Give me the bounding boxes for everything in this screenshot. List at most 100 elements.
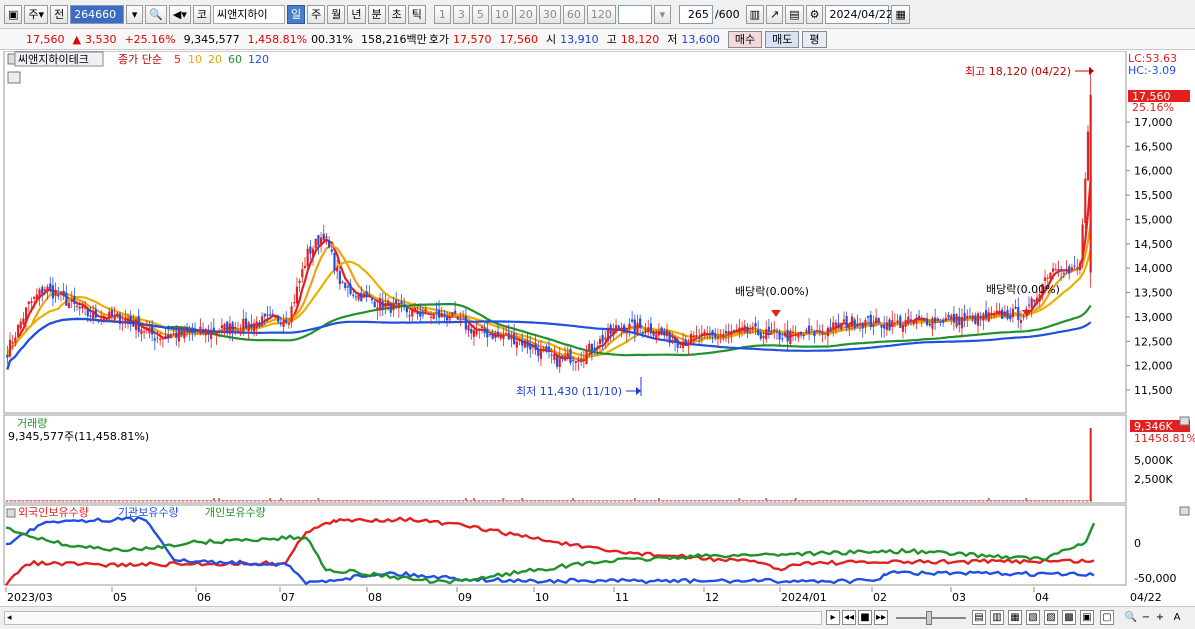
layout-icon-4[interactable]: ▧: [1026, 610, 1040, 625]
candle-body: [971, 315, 974, 320]
save-icon[interactable]: ▤: [785, 4, 804, 24]
candle-body: [934, 317, 937, 323]
scroll-left-icon[interactable]: ◂: [7, 613, 17, 623]
market-label: 주: [28, 8, 39, 21]
volume-panel[interactable]: [3, 414, 1127, 504]
volume-bar: [711, 500, 714, 501]
kospi-badge[interactable]: 코: [192, 4, 211, 24]
count-input[interactable]: 265: [678, 4, 713, 24]
candle-body: [732, 329, 736, 332]
interval-3[interactable]: 3: [452, 4, 470, 24]
volume-bar: [451, 500, 454, 501]
interval-10[interactable]: 10: [490, 4, 513, 24]
candle-body: [515, 341, 518, 348]
holding-panel-menu-icon[interactable]: [6, 508, 16, 518]
volume-bar: [51, 500, 54, 501]
layout-icon-1[interactable]: ▤: [972, 610, 986, 625]
zoom-slider-thumb[interactable]: [926, 611, 932, 625]
volume-bar: [730, 500, 733, 501]
market-select[interactable]: 주 ▾: [24, 4, 49, 24]
rewind-icon[interactable]: ◂◂: [842, 610, 856, 625]
buy-button[interactable]: 매수: [727, 30, 763, 48]
table-icon[interactable]: [7, 71, 21, 84]
font-size-icon[interactable]: A: [1170, 610, 1184, 625]
layout-icon-6[interactable]: ▩: [1062, 610, 1076, 625]
zoom-out-icon[interactable]: −: [1140, 610, 1152, 625]
x-tick-label: 05: [113, 591, 127, 604]
last-pct-tag: 25.16%: [1132, 101, 1174, 114]
volume-bar: [1065, 500, 1068, 501]
interval-60[interactable]: 60: [562, 4, 585, 24]
sell-button[interactable]: 매도: [765, 30, 800, 48]
volume-bar: [86, 500, 89, 501]
candle-body: [566, 352, 569, 359]
period-week[interactable]: 주: [307, 4, 326, 24]
interval-20[interactable]: 20: [514, 4, 537, 24]
candle-body: [915, 317, 918, 323]
candle-body: [446, 317, 449, 321]
interval-30[interactable]: 30: [538, 4, 561, 24]
period-tick[interactable]: 틱: [407, 4, 426, 24]
volume-panel-close-icon[interactable]: [1179, 416, 1190, 426]
volume-bar: [62, 500, 65, 501]
stock-name-field[interactable]: 씨앤지하이: [213, 4, 285, 24]
period-year[interactable]: 년: [347, 4, 366, 24]
interval-120[interactable]: 120: [586, 4, 616, 24]
volume-bar: [963, 500, 966, 501]
volume-bar: [746, 500, 749, 501]
volume-bar: [49, 500, 52, 501]
layout-icon-8[interactable]: ▢: [1100, 610, 1114, 625]
period-second[interactable]: 초: [387, 4, 406, 24]
x-tick-label: 07: [281, 591, 295, 604]
x-tick-label: 2024/01: [781, 591, 827, 604]
volume-bar: [293, 500, 296, 501]
candle-body: [794, 333, 797, 337]
volume-bar: [274, 500, 277, 501]
search-icon[interactable]: 🔍: [145, 4, 167, 24]
layout-icon-5[interactable]: ▨: [1044, 610, 1058, 625]
interval-1[interactable]: 1: [433, 4, 451, 24]
stock-code-input[interactable]: 264660: [70, 4, 125, 24]
candle-body: [215, 332, 218, 336]
custom-interval-input[interactable]: [617, 4, 652, 24]
calendar-icon[interactable]: ▦: [891, 4, 910, 24]
holding-panel-close-icon[interactable]: [1179, 506, 1190, 516]
candle-body: [1035, 297, 1039, 304]
volume-bar: [113, 500, 116, 501]
volume-bar: [872, 500, 875, 501]
fast-forward-icon[interactable]: ▸▸: [874, 610, 888, 625]
layout-icon-2[interactable]: ▥: [990, 610, 1004, 625]
interval-dropdown-icon[interactable]: ▾: [653, 4, 671, 24]
volume-bar: [808, 500, 811, 501]
candle-body: [392, 302, 395, 311]
layout-icon-3[interactable]: ▦: [1008, 610, 1022, 625]
stop-icon[interactable]: ■: [858, 610, 872, 625]
scroll-right-icon[interactable]: ▸: [826, 610, 840, 625]
code-dropdown-icon[interactable]: ▾: [126, 4, 144, 24]
candle-body: [405, 306, 408, 313]
prev-button[interactable]: 전: [50, 4, 69, 24]
zoom-in-icon[interactable]: +: [1154, 610, 1166, 625]
candle-body: [290, 306, 293, 323]
candle-icon[interactable]: ▥: [745, 4, 764, 24]
avg-button[interactable]: 평: [802, 30, 827, 48]
candle-body: [472, 330, 476, 337]
interval-5[interactable]: 5: [471, 4, 489, 24]
volume-bar: [993, 500, 996, 501]
period-day[interactable]: 일: [287, 4, 306, 24]
candle-body: [260, 316, 264, 326]
zoom-search-icon[interactable]: 🔍: [1124, 610, 1138, 625]
stock-chart[interactable]: 씨앤지하이테크 종가 단순 5 10 20 60 120 최고 18,120 (…: [0, 51, 1195, 605]
speaker-icon[interactable]: ◀▾: [168, 4, 191, 24]
gear-icon[interactable]: ⚙: [805, 4, 824, 24]
date-input[interactable]: 2024/04/22: [825, 4, 893, 24]
period-minute[interactable]: 분: [367, 4, 386, 24]
layout-icon-7[interactable]: ▣: [1080, 610, 1094, 625]
draw-tool-icon[interactable]: ↗: [765, 4, 784, 24]
price-tick-label: 14,500: [1134, 238, 1173, 251]
candle-body: [604, 337, 607, 340]
chart-type-icon[interactable]: ▣: [4, 4, 23, 24]
period-month[interactable]: 월: [327, 4, 346, 24]
horizontal-scrollbar[interactable]: ◂: [4, 611, 822, 625]
volume-bar: [167, 500, 170, 501]
